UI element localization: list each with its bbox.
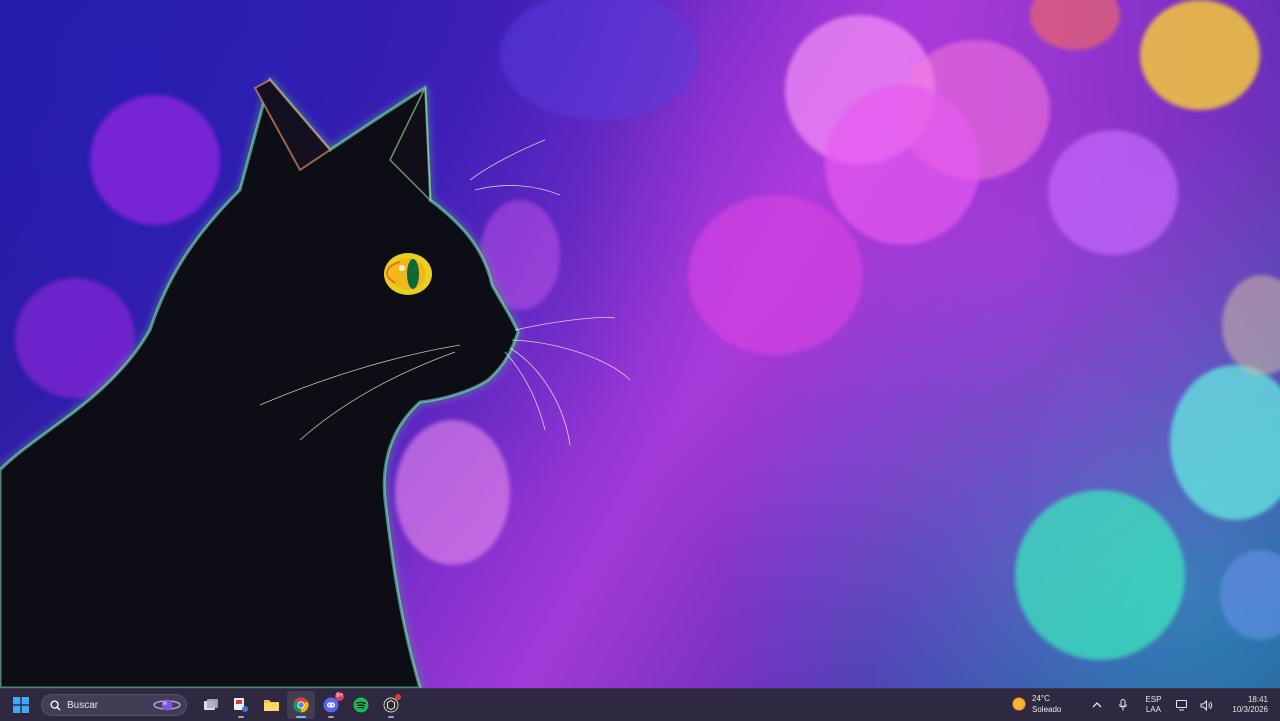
network-monitor-icon	[1176, 699, 1188, 710]
running-indicator	[296, 716, 306, 718]
folder-icon	[263, 700, 279, 711]
weather-condition: Soleado	[1032, 705, 1062, 714]
microphone-icon	[1119, 699, 1128, 711]
notification-dot	[395, 694, 401, 700]
search-highlight-planet-icon	[153, 699, 181, 711]
sun-icon	[1012, 697, 1026, 711]
clock-date-text: 10/3/2026	[1232, 705, 1268, 714]
speaker-icon	[1200, 699, 1213, 711]
start-button[interactable]	[7, 691, 35, 719]
task-view-button[interactable]	[197, 691, 225, 719]
snip-icon	[234, 698, 248, 712]
spotify-button[interactable]	[347, 691, 375, 719]
notification-badge: 9+	[335, 692, 344, 701]
spotify-icon	[353, 697, 369, 713]
chatgpt-button[interactable]	[377, 691, 405, 719]
input-language-indicator[interactable]: ESP LAA	[1136, 691, 1170, 719]
task-view-icon	[204, 699, 218, 710]
search-input[interactable]: Buscar	[41, 694, 187, 716]
network-button[interactable]	[1170, 691, 1194, 719]
running-indicator	[238, 716, 244, 718]
snipping-tool-button[interactable]	[227, 691, 255, 719]
search-icon	[50, 699, 61, 711]
running-indicator	[388, 716, 394, 718]
clock-time: 18:41	[1247, 695, 1268, 704]
language-code: ESP	[1145, 695, 1162, 704]
microphone-button[interactable]	[1110, 691, 1136, 719]
weather-temperature: 24°C	[1032, 694, 1050, 703]
taskbar: Buscar 9+ 24°C Soleado ESP LAA 18:41 10/…	[0, 688, 1280, 721]
discord-button[interactable]: 9+	[317, 691, 345, 719]
running-indicator	[328, 716, 334, 718]
chevron-up-icon	[1092, 702, 1102, 708]
file-explorer-button[interactable]	[257, 691, 285, 719]
chrome-icon	[293, 697, 309, 713]
system-tray: ESP LAA 18:41 10/3/2026	[1084, 689, 1280, 721]
weather-widget[interactable]: 24°C Soleado	[1012, 693, 1061, 715]
desktop-wallpaper	[0, 0, 1280, 688]
clock-date[interactable]: 18:41 10/3/2026	[1228, 691, 1280, 719]
keyboard-layout-code: LAA	[1145, 705, 1161, 714]
windows-logo-icon	[13, 697, 29, 713]
black-cat-illustration	[0, 76, 631, 688]
volume-button[interactable]	[1194, 691, 1218, 719]
search-placeholder: Buscar	[67, 699, 99, 711]
chrome-button[interactable]	[287, 691, 315, 719]
show-hidden-icons-button[interactable]	[1084, 691, 1110, 719]
